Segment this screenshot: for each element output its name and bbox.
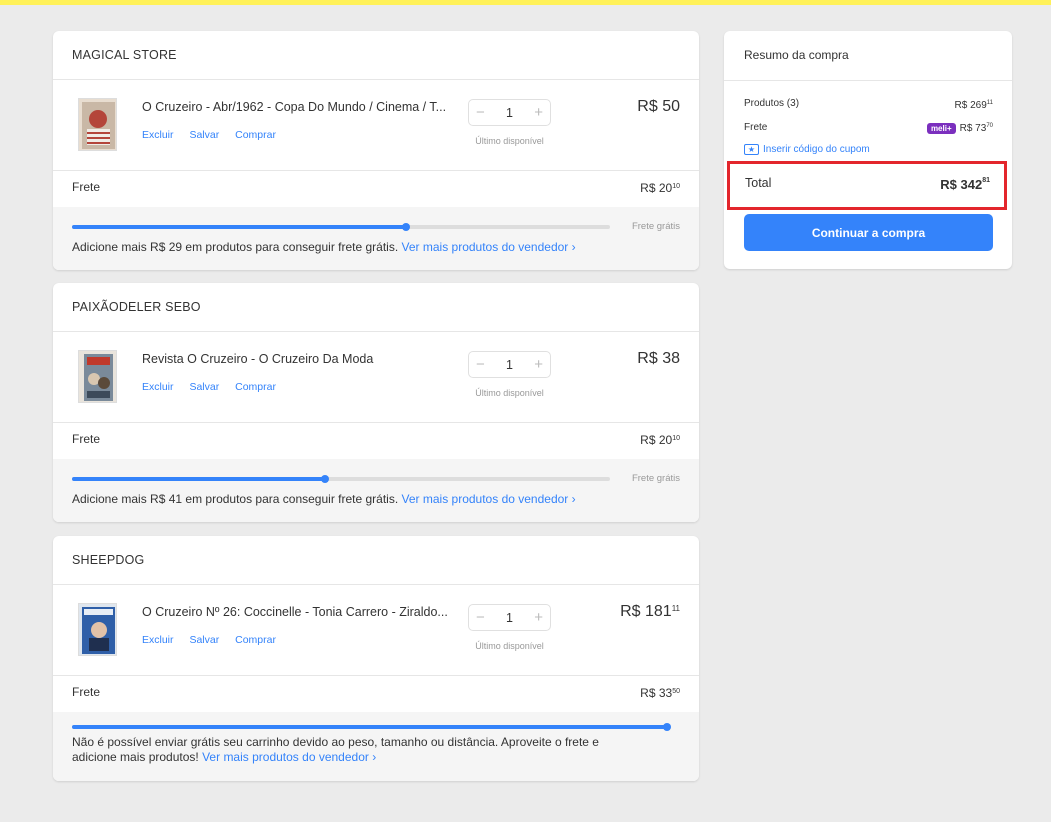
progress-message: Adicione mais R$ 29 em produtos para con…	[72, 240, 576, 254]
decrease-button[interactable]: −	[476, 357, 485, 372]
cart-item: O Cruzeiro Nº 26: Coccinelle - Tonia Car…	[53, 585, 699, 676]
quantity-value[interactable]: 1	[506, 358, 513, 372]
progress-knob	[663, 723, 671, 731]
see-more-seller-link[interactable]: Ver mais produtos do vendedor ›	[202, 750, 376, 764]
save-link[interactable]: Salvar	[189, 129, 219, 141]
save-link[interactable]: Salvar	[189, 634, 219, 646]
total-label: Total	[745, 176, 772, 190]
quantity-stepper: − 1 +	[468, 351, 551, 378]
buy-link[interactable]: Comprar	[235, 129, 276, 141]
progress-track	[72, 475, 610, 483]
free-shipping-label: Frete grátis	[631, 221, 680, 232]
progress-knob	[320, 475, 329, 483]
freight-label: Frete	[72, 685, 101, 699]
progress-fill	[72, 725, 667, 729]
quantity-value[interactable]: 1	[506, 611, 513, 625]
free-shipping-progress: Não é possível enviar grátis seu carrinh…	[53, 712, 699, 781]
progress-fill	[72, 225, 406, 229]
seller-name: PAIXÃODELER SEBO	[53, 283, 699, 332]
total-value: R$ 34281	[940, 177, 990, 192]
freight-row: Frete R$ 2010	[53, 423, 699, 459]
freight-row: Frete R$ 2010	[53, 171, 699, 207]
quantity-stepper: − 1 +	[468, 99, 551, 126]
item-price: R$ 50	[637, 98, 680, 115]
products-label: Produtos (3)	[744, 98, 800, 109]
seller-card-paixaodeler-sebo: PAIXÃODELER SEBO Revista O Cruzeiro - O …	[53, 283, 699, 522]
freight-price: R$ 2010	[640, 181, 680, 195]
quantity-stepper: − 1 +	[468, 604, 551, 631]
availability-text: Último disponível	[475, 641, 544, 651]
save-link[interactable]: Salvar	[189, 381, 219, 393]
freight-label: Frete	[72, 180, 101, 194]
progress-message: Não é possível enviar grátis seu carrinh…	[72, 735, 599, 764]
product-title[interactable]: O Cruzeiro Nº 26: Coccinelle - Tonia Car…	[142, 605, 457, 619]
product-thumbnail[interactable]	[78, 98, 117, 151]
buy-link[interactable]: Comprar	[235, 381, 276, 393]
purchase-summary: Resumo da compra Produtos (3) R$ 26911 F…	[724, 31, 1012, 269]
decrease-button[interactable]: −	[476, 610, 485, 625]
seller-name: SHEEPDOG	[53, 536, 699, 585]
delete-link[interactable]: Excluir	[142, 129, 174, 141]
availability-text: Último disponível	[475, 136, 544, 146]
freight-row: Frete R$ 3350	[53, 676, 699, 712]
delete-link[interactable]: Excluir	[142, 634, 174, 646]
free-shipping-progress: Frete grátis Adicione mais R$ 41 em prod…	[53, 459, 699, 522]
coupon-label: Inserir código do cupom	[763, 144, 870, 155]
insert-coupon-link[interactable]: ★ Inserir código do cupom	[744, 144, 870, 155]
product-title[interactable]: O Cruzeiro - Abr/1962 - Copa Do Mundo / …	[142, 100, 457, 114]
summary-freight-label: Frete	[744, 122, 768, 133]
delete-link[interactable]: Excluir	[142, 381, 174, 393]
decrease-button[interactable]: −	[476, 105, 485, 120]
progress-message: Adicione mais R$ 41 em produtos para con…	[72, 492, 576, 506]
product-title[interactable]: Revista O Cruzeiro - O Cruzeiro Da Moda	[142, 352, 457, 366]
progress-track	[72, 223, 610, 231]
product-thumbnail[interactable]	[78, 603, 117, 656]
progress-knob	[401, 223, 410, 231]
item-price: R$ 38	[637, 350, 680, 367]
progress-track	[72, 723, 671, 731]
see-more-seller-link[interactable]: Ver mais produtos do vendedor ›	[402, 240, 576, 254]
freight-label: Frete	[72, 432, 101, 446]
increase-button[interactable]: +	[534, 357, 543, 372]
free-shipping-progress: Frete grátis Adicione mais R$ 29 em prod…	[53, 207, 699, 270]
total-highlight-box: Total R$ 34281	[727, 161, 1007, 210]
free-shipping-label: Frete grátis	[631, 473, 680, 484]
item-price: R$ 18111	[620, 603, 680, 620]
progress-fill	[72, 477, 325, 481]
seller-card-sheepdog: SHEEPDOG O Cruzeiro Nº 26: Coccinelle - …	[53, 536, 699, 781]
freight-price: R$ 2010	[640, 433, 680, 447]
seller-name: MAGICAL STORE	[53, 31, 699, 80]
buy-link[interactable]: Comprar	[235, 634, 276, 646]
continue-purchase-button[interactable]: Continuar a compra	[744, 214, 993, 251]
freight-price: R$ 3350	[640, 686, 680, 700]
meli-plus-badge: meli+	[926, 123, 956, 134]
coupon-icon: ★	[744, 144, 759, 155]
summary-freight-total: meli+ R$ 7370	[926, 123, 993, 134]
summary-title: Resumo da compra	[724, 31, 1012, 81]
product-thumbnail[interactable]	[78, 350, 117, 403]
availability-text: Último disponível	[475, 388, 544, 398]
products-total: R$ 26911	[954, 100, 993, 111]
increase-button[interactable]: +	[534, 105, 543, 120]
cart-item: O Cruzeiro - Abr/1962 - Copa Do Mundo / …	[53, 80, 699, 171]
seller-card-magical-store: MAGICAL STORE O Cruzeiro - Abr/1962 - Co…	[53, 31, 699, 270]
increase-button[interactable]: +	[534, 610, 543, 625]
cart-item: Revista O Cruzeiro - O Cruzeiro Da Moda …	[53, 332, 699, 423]
quantity-value[interactable]: 1	[506, 106, 513, 120]
see-more-seller-link[interactable]: Ver mais produtos do vendedor ›	[402, 492, 576, 506]
brand-top-bar	[0, 0, 1051, 5]
